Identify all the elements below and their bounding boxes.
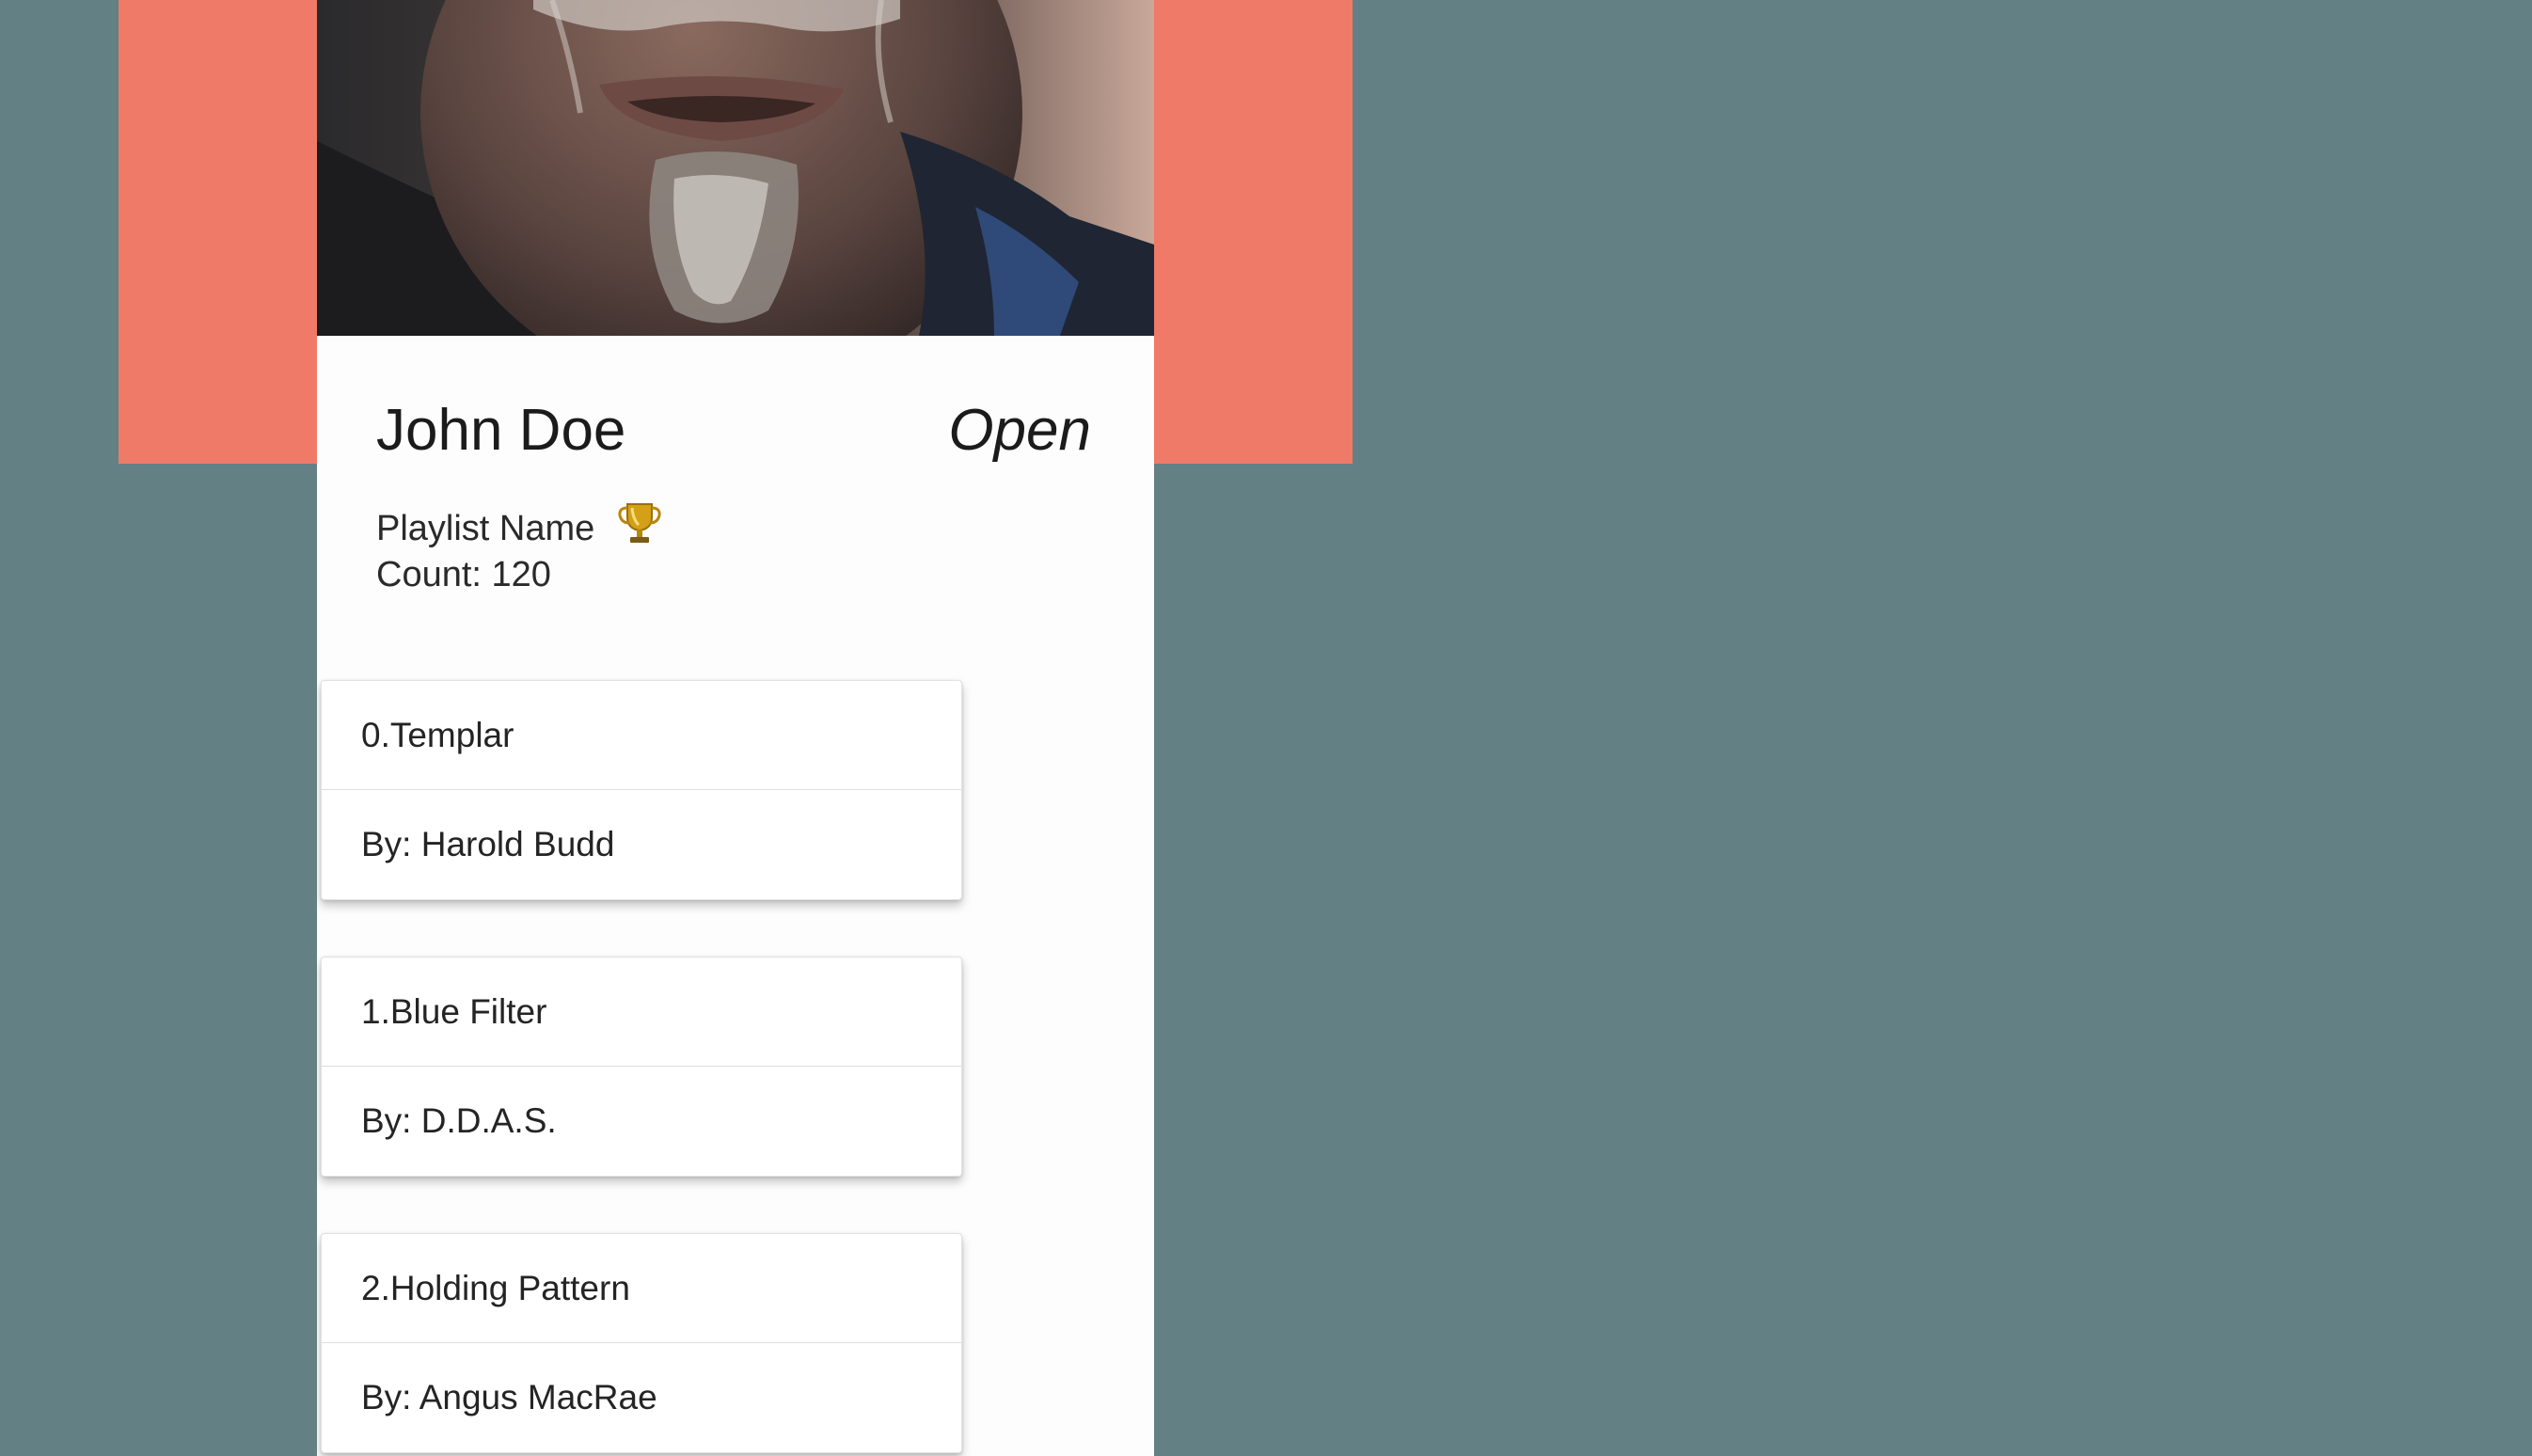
playlist-name-row: Playlist Name — [376, 500, 661, 555]
profile-name: John Doe — [376, 398, 626, 463]
profile-card: John Doe Open Playlist Name Count: 120 0… — [317, 0, 1154, 1456]
track-artist: By: Harold Budd — [322, 789, 961, 898]
track-title: 0.Templar — [361, 716, 514, 754]
track-item[interactable]: 0.Templar By: Harold Budd — [321, 680, 962, 900]
track-artist: By: Angus MacRae — [322, 1342, 961, 1451]
track-item[interactable]: 1.Blue Filter By: D.D.A.S. — [321, 957, 962, 1177]
track-item[interactable]: 2.Holding Pattern By: Angus MacRae — [321, 1233, 962, 1453]
track-count: Count: 120 — [376, 555, 551, 594]
track-artist: By: D.D.A.S. — [322, 1066, 961, 1175]
status-toggle-open[interactable]: Open — [948, 397, 1091, 464]
profile-photo — [317, 0, 1154, 336]
track-title: 2.Holding Pattern — [361, 1269, 630, 1307]
trophy-icon — [618, 500, 661, 555]
playlist-name-label: Playlist Name — [376, 509, 595, 548]
track-title: 1.Blue Filter — [361, 992, 547, 1031]
